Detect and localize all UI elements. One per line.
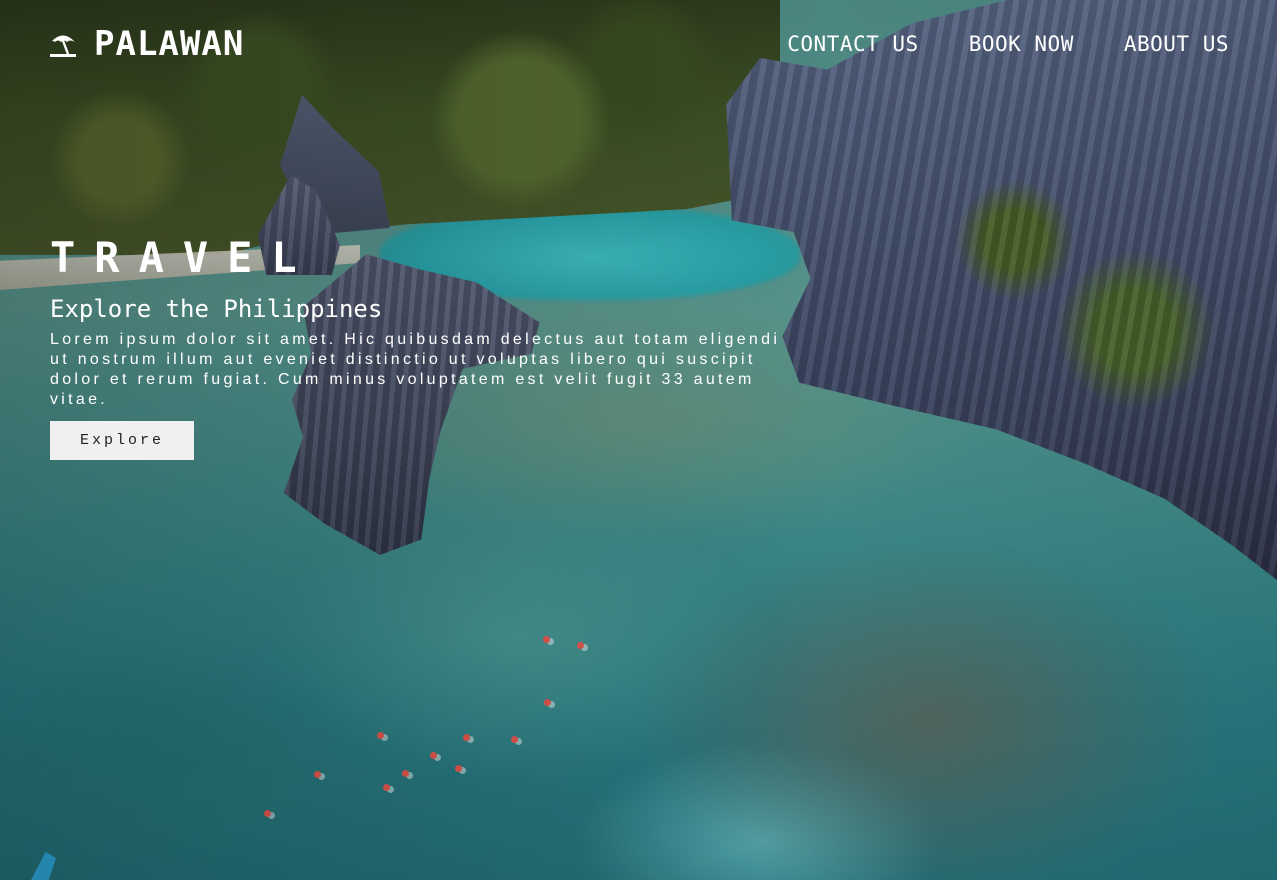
beach-umbrella-icon [48, 29, 78, 59]
brand-logo[interactable]: PALAWAN [48, 24, 244, 64]
nav-link-book-now[interactable]: BOOK NOW [969, 31, 1074, 57]
hero-subtitle: Explore the Philippines [50, 295, 383, 323]
brand-name: PALAWAN [94, 24, 245, 64]
hero-title: TRAVEL [50, 233, 316, 282]
nav-link-about-us[interactable]: ABOUT US [1124, 31, 1229, 57]
top-navigation: PALAWAN CONTACT US BOOK NOW ABOUT US [0, 0, 1277, 90]
hero-section: PALAWAN CONTACT US BOOK NOW ABOUT US TRA… [0, 0, 1277, 880]
hero-content: TRAVEL Explore the Philippines Lorem ips… [50, 232, 790, 460]
hero-description: Lorem ipsum dolor sit amet. Hic quibusda… [50, 331, 781, 408]
explore-button[interactable]: Explore [50, 421, 194, 460]
nav-link-contact-us[interactable]: CONTACT US [787, 31, 918, 57]
nav-menu: CONTACT US BOOK NOW ABOUT US [787, 31, 1229, 57]
